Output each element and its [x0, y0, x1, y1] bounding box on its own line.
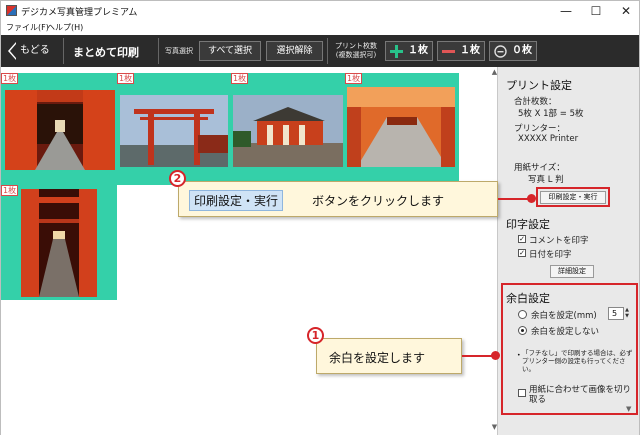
photo-image [21, 189, 97, 297]
margin-set-label: 余白を設定(mm) [531, 311, 597, 321]
settings-panel: プリント設定 合計枚数： 5枚 X 1部 = 5枚 プリンター： XXXXX P… [497, 67, 640, 435]
callout-step-2: 印刷設定・実行 ボタンをクリックします [178, 181, 498, 217]
total-value: 5枚 X 1部 = 5枚 [518, 109, 584, 119]
app-icon [6, 5, 17, 16]
step-2-marker: 2 [169, 170, 186, 187]
print-count-title: プリント枚数 [335, 42, 377, 50]
photo-image [120, 95, 228, 167]
total-label: 合計枚数： [514, 97, 557, 107]
photo-select-label: 写真選択 [165, 47, 193, 55]
text-print-heading: 印字設定 [506, 218, 550, 231]
borderless-note: 「フチなし」で印刷する場合は、必ずプリンター側の設定も行ってください。 [522, 349, 633, 373]
print-count-sub: (複数選択可) [335, 51, 377, 59]
margin-stepper[interactable]: ▲ ▼ [624, 307, 630, 320]
zero-label: ０枚 [512, 45, 532, 56]
toolbar-divider [158, 38, 159, 64]
callout-step-1: 余白を設定します [316, 338, 462, 374]
thumbnail-area: 1枚 1枚 1枚 1枚 1枚 ▲ ▼ [0, 67, 497, 435]
count-badge: 1枚 [231, 73, 249, 84]
callout-2-highlight: 印刷設定・実行 [189, 190, 284, 211]
callout-2-dot [527, 194, 536, 203]
menu-file[interactable]: ファイル(F) [6, 22, 49, 33]
margin-none-label: 余白を設定しない [531, 327, 600, 337]
print-date-label: 日付を印字 [529, 250, 572, 260]
print-setup-button[interactable]: 印刷設定・実行 [540, 191, 606, 204]
print-settings-heading: プリント設定 [506, 79, 572, 92]
scroll-down-icon[interactable]: ▼ [626, 405, 634, 413]
photo-thumbnail[interactable]: 1枚 [1, 73, 117, 185]
toolbar: もどる まとめて印刷 写真選択 すべて選択 選択解除 プリント枚数 (複数選択可… [0, 35, 640, 67]
title-bar: デジカメ写真管理プレミアム — ☐ ✕ [0, 0, 640, 20]
select-all-button[interactable]: すべて選択 [199, 41, 261, 61]
minus-one-label: １枚 [460, 45, 480, 56]
note-bullet: • [517, 352, 521, 359]
margin-mm-input[interactable]: 5 [608, 307, 624, 320]
photo-image [5, 90, 115, 170]
printer-label: プリンター： [514, 124, 566, 134]
count-badge: 1枚 [117, 73, 135, 84]
minus-icon [442, 50, 455, 53]
plus-one-label: １枚 [408, 45, 428, 56]
maximize-button[interactable]: ☐ [581, 1, 611, 21]
close-button[interactable]: ✕ [611, 1, 640, 21]
minus-one-button[interactable]: １枚 [437, 41, 485, 61]
callout-1-text: 余白を設定します [329, 351, 426, 365]
back-button[interactable]: もどる [6, 39, 56, 63]
count-badge: 1枚 [1, 73, 19, 84]
print-comment-checkbox[interactable]: ✓ [518, 235, 526, 243]
photo-thumbnail[interactable]: 1枚 [117, 73, 231, 185]
margin-heading: 余白設定 [506, 292, 550, 305]
paper-size-value: 写真 L 判 [528, 175, 564, 185]
window-title: デジカメ写真管理プレミアム [21, 8, 138, 18]
minimize-button[interactable]: — [551, 1, 581, 21]
photo-thumbnail[interactable]: 1枚 [345, 73, 459, 185]
count-badge: 1枚 [1, 185, 19, 196]
margin-set-radio[interactable] [518, 310, 527, 319]
callout-1-dot [491, 351, 500, 360]
detail-settings-button[interactable]: 詳細設定 [550, 265, 594, 278]
toolbar-divider [327, 38, 328, 64]
step-1-marker: 1 [307, 327, 324, 344]
print-date-checkbox[interactable]: ✓ [518, 249, 526, 257]
photo-thumbnail[interactable]: 1枚 [1, 185, 117, 300]
fit-paper-checkbox[interactable] [518, 389, 526, 397]
printer-value: XXXXX Printer [518, 134, 579, 144]
print-comment-label: コメントを印字 [529, 236, 589, 246]
plus-icon [390, 45, 403, 58]
photo-image [233, 95, 343, 167]
menu-help[interactable]: ヘルプ(H) [47, 22, 83, 33]
callout-2-text: ボタンをクリックします [312, 194, 445, 208]
photo-image [347, 87, 455, 167]
plus-one-button[interactable]: １枚 [385, 41, 433, 61]
photo-thumbnail[interactable]: 1枚 [231, 73, 345, 185]
margin-none-radio[interactable] [518, 326, 527, 335]
zero-button[interactable]: ０枚 [489, 41, 537, 61]
page-title: まとめて印刷 [73, 46, 139, 59]
toolbar-divider [63, 38, 64, 64]
fit-paper-label: 用紙に合わせて画像を切り取る [529, 385, 632, 405]
menu-bar: ファイル(F) ヘルプ(H) [0, 20, 640, 35]
deselect-button[interactable]: 選択解除 [266, 41, 323, 61]
count-badge: 1枚 [345, 73, 363, 84]
zero-circle-icon [494, 45, 507, 58]
print-count-label: プリント枚数 (複数選択可) [329, 42, 383, 60]
paper-size-label: 用紙サイズ： [514, 163, 565, 173]
